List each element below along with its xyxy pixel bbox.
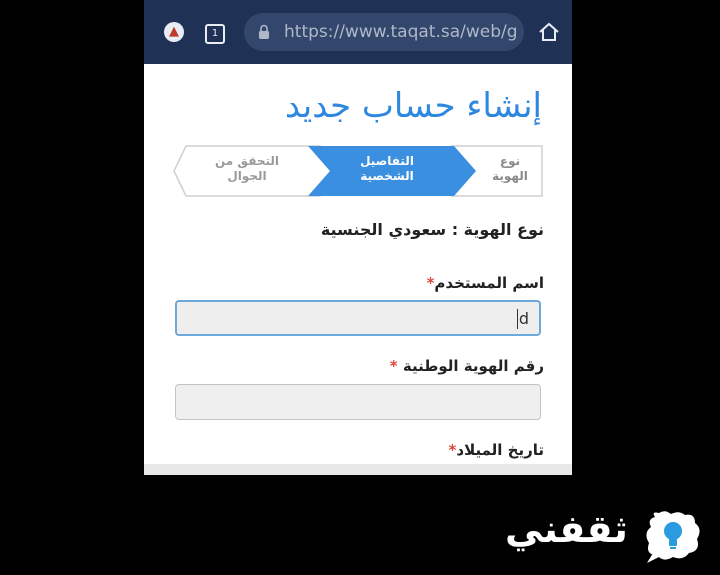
registration-stepper: نوع الهوية التفاصيل الشخصية التحقق من ال… [172, 144, 544, 198]
site-info-icon[interactable]: ▲ [164, 22, 184, 42]
watermark-text: ثقفني [505, 507, 628, 551]
url-text: https://www.taqat.sa/web/g [284, 22, 518, 42]
lock-icon [259, 24, 269, 39]
tabs-count-button[interactable]: 1 [205, 24, 225, 44]
step-mobile-verification: التحقق من الجوال [214, 154, 280, 183]
id-type-text: نوع الهوية : سعودي الجنسية [320, 220, 544, 239]
home-icon[interactable] [537, 20, 561, 44]
browser-toolbar: ▲ 1 https://www.taqat.sa/web/g [144, 0, 572, 64]
page-title: إنشاء حساب جديد [284, 86, 542, 126]
username-value: d [518, 309, 529, 328]
address-bar[interactable]: https://www.taqat.sa/web/g [244, 13, 524, 51]
screen: ▲ 1 https://www.taqat.sa/web/g إنشاء حسا… [0, 0, 720, 575]
watermark: ثقفني [505, 505, 705, 569]
text-cursor [517, 309, 518, 329]
username-input[interactable]: d [175, 300, 541, 336]
birth-date-input-edge[interactable] [144, 464, 572, 475]
phone-screen: ▲ 1 https://www.taqat.sa/web/g إنشاء حسا… [144, 0, 572, 475]
username-label: اسم المستخدم* [426, 274, 544, 292]
lightbulb-speech-bubble-icon [646, 511, 700, 563]
national-id-input[interactable] [175, 384, 541, 420]
step-id-type: نوع الهوية [492, 154, 528, 183]
registration-page: إنشاء حساب جديد نوع الهوية التفاصيل الشخ… [144, 64, 572, 464]
step-personal-details: التفاصيل الشخصية [360, 154, 414, 183]
national-id-label: رقم الهوية الوطنية * [389, 357, 544, 375]
birth-date-label: تاريخ الميلاد* [448, 441, 544, 459]
